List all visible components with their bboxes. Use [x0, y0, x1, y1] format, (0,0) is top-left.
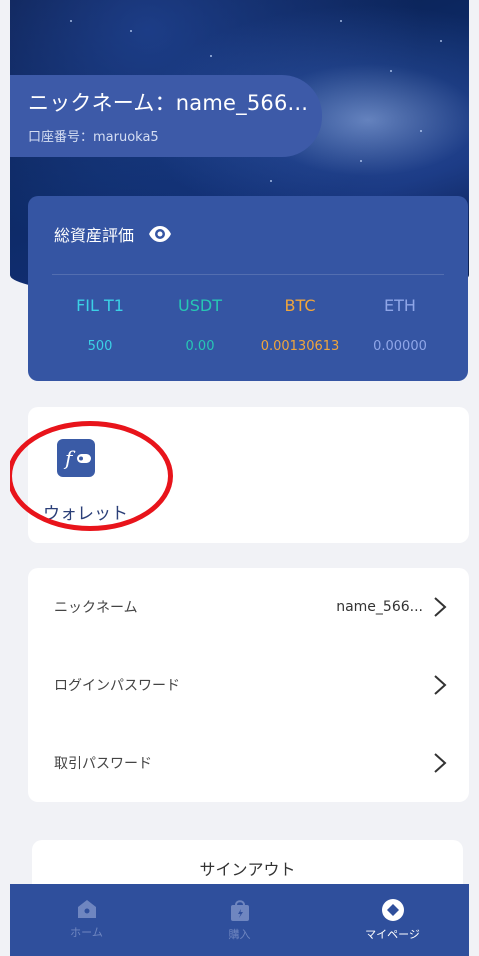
- app-screen: ニックネーム：name_566... 口座番号：maruoka5 総資産評価 F…: [10, 0, 469, 956]
- profile-card: ニックネーム：name_566... 口座番号：maruoka5: [10, 75, 322, 157]
- coin-symbol: BTC: [284, 296, 316, 315]
- coin-fil: FIL T1 500: [50, 296, 150, 354]
- chevron-right-icon: [434, 753, 447, 773]
- bag-icon: [230, 900, 249, 921]
- total-assets-card: 総資産評価 FIL T1 500 USDT 0.00 BTC 0.0013061…: [28, 196, 468, 381]
- chevron-right-icon: [434, 597, 447, 617]
- tab-label: ホーム: [70, 926, 103, 939]
- settings-list: ニックネーム name_566... ログインパスワード 取引パスワード: [28, 568, 469, 802]
- settings-row-login-password[interactable]: ログインパスワード: [28, 646, 469, 724]
- account-number: 口座番号：maruoka5: [28, 130, 159, 145]
- coin-value: 500: [87, 339, 113, 354]
- divider: [52, 274, 444, 275]
- tab-home[interactable]: ホーム: [10, 884, 163, 956]
- coin-value: 0.00: [185, 339, 215, 354]
- coin-symbol: ETH: [384, 296, 416, 315]
- tab-purchase[interactable]: 購入: [163, 884, 316, 956]
- total-assets-title: 総資産評価: [54, 226, 135, 245]
- coin-value: 0.00130613: [260, 339, 340, 354]
- bottom-tab-bar: ホーム 購入 マイページ: [10, 884, 469, 956]
- coin-btc: BTC 0.00130613: [250, 296, 350, 354]
- home-icon: [77, 900, 96, 918]
- tab-label: マイページ: [365, 928, 420, 941]
- coin-value: 0.00000: [373, 339, 427, 354]
- total-assets-header: 総資産評価: [54, 222, 172, 246]
- coin-usdt: USDT 0.00: [150, 296, 250, 354]
- row-value: name_566...: [336, 599, 423, 615]
- row-label: 取引パスワード: [54, 756, 152, 772]
- highlight-circle: [10, 421, 173, 531]
- settings-row-trade-password[interactable]: 取引パスワード: [28, 724, 469, 802]
- settings-row-nickname[interactable]: ニックネーム name_566...: [28, 568, 469, 646]
- coin-symbol: USDT: [178, 296, 222, 315]
- tab-mypage[interactable]: マイページ: [316, 884, 469, 956]
- row-label: ニックネーム: [54, 600, 138, 616]
- row-label: ログインパスワード: [54, 678, 180, 694]
- mypage-icon: [381, 899, 404, 921]
- coin-symbol: FIL T1: [76, 296, 124, 315]
- coin-eth: ETH 0.00000: [350, 296, 450, 354]
- coin-balances: FIL T1 500 USDT 0.00 BTC 0.00130613 ETH …: [50, 296, 458, 354]
- tab-label: 購入: [228, 928, 251, 941]
- chevron-right-icon: [434, 675, 447, 695]
- eye-icon[interactable]: [148, 222, 172, 246]
- nickname-heading: ニックネーム：name_566...: [28, 91, 309, 115]
